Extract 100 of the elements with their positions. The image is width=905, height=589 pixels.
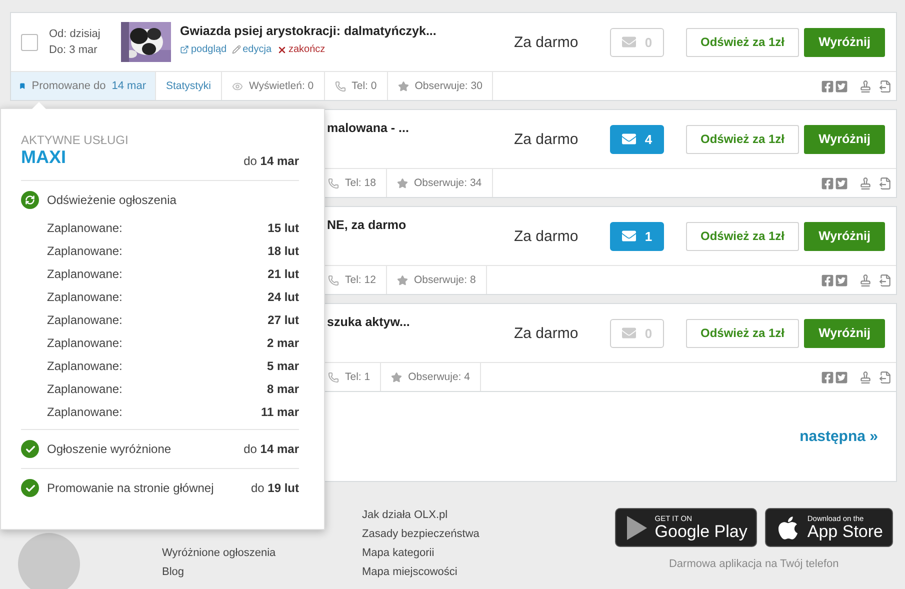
stamp-icon[interactable] (859, 80, 872, 92)
schedule-label: Zaplanowane: (47, 267, 122, 281)
edit-link[interactable]: edycja (232, 44, 272, 55)
date-from: Od: dzisiaj (49, 28, 102, 40)
stat-text: Tel: 18 (345, 177, 376, 189)
schedule-date: 18 lut (268, 244, 299, 258)
footer-link[interactable]: Wyróżnione ogłoszenia (162, 546, 362, 560)
stat-text: Obserwuje: 34 (414, 177, 482, 189)
listing-title[interactable]: Gwiazda psiej arystokracji: dalmatyńczyk... (180, 24, 514, 38)
schedule-label: Zaplanowane: (47, 382, 122, 396)
preview-link[interactable]: podgląd (180, 44, 227, 55)
facebook-icon[interactable] (821, 176, 834, 190)
twitter-icon[interactable] (835, 370, 848, 384)
footer-link[interactable]: Mapa kategorii (362, 546, 562, 560)
stamp-icon[interactable] (859, 176, 872, 190)
package-name: MAXI (21, 147, 67, 168)
bookmark-icon (19, 80, 26, 92)
envelope-icon (622, 132, 636, 146)
listing-title[interactable]: NE, za darmo (327, 218, 514, 232)
schedule-label: Zaplanowane: (47, 221, 122, 235)
stat-text: Tel: 12 (345, 274, 376, 286)
highlight-button[interactable]: Wyróżnij (804, 222, 885, 250)
facebook-icon[interactable] (821, 370, 834, 384)
logo-icon (18, 533, 80, 589)
app-caption: Darmowa aplikacja na Twój telefon (668, 558, 839, 570)
highlight-button[interactable]: Wyróżnij (804, 124, 885, 154)
package-until: do 14 mar (244, 154, 299, 168)
schedule-date: 24 lut (268, 290, 299, 304)
pencil-icon (232, 45, 241, 54)
schedule-date: 21 lut (268, 267, 299, 281)
phone-icon (328, 178, 339, 188)
footer-link[interactable]: Jak działa OLX.pl (362, 508, 562, 522)
file-export-icon[interactable] (879, 370, 892, 384)
eye-icon (232, 80, 243, 92)
phone-icon (328, 274, 339, 286)
footer-link[interactable]: Zasady bezpieczeństwa (362, 527, 562, 541)
refresh-button[interactable]: Odśwież za 1zł (686, 318, 799, 348)
footer-link[interactable]: Blog (162, 565, 362, 579)
schedule-label: Zaplanowane: (47, 290, 122, 304)
schedule-date: 27 lut (268, 313, 299, 327)
schedule-label: Zaplanowane: (47, 405, 122, 419)
schedule-date: 11 mar (260, 405, 299, 419)
star-icon (391, 372, 402, 382)
price: Za darmo (514, 130, 580, 148)
star-icon (396, 274, 408, 286)
messages-button[interactable]: 1 (610, 222, 664, 250)
listing-title[interactable]: malowana - ... (327, 121, 514, 135)
schedule-date: 2 mar (266, 336, 299, 350)
facebook-icon[interactable] (821, 80, 834, 92)
stat-text: Tel: 0 (352, 80, 377, 92)
play-icon (624, 514, 649, 540)
star-icon (398, 80, 409, 92)
schedule-date: 5 mar (266, 359, 299, 373)
price: Za darmo (514, 324, 580, 342)
next-page-link[interactable]: następna » (800, 428, 878, 445)
service-label: Promowanie na stronie głównej (47, 481, 215, 495)
refresh-button[interactable]: Odśwież za 1zł (686, 124, 799, 154)
star-icon (396, 178, 408, 188)
schedule-label: Zaplanowane: (47, 244, 122, 258)
facebook-icon[interactable] (821, 274, 834, 286)
envelope-icon (622, 229, 636, 243)
stat-text: Tel: 1 (345, 371, 370, 383)
file-export-icon[interactable] (879, 274, 892, 286)
service-label: Odświeżenie ogłoszenia (47, 193, 178, 207)
refresh-icon (21, 191, 39, 209)
service-until: do 14 mar (244, 442, 299, 456)
phone-icon (334, 80, 346, 92)
file-export-icon[interactable] (879, 176, 892, 190)
stamp-icon[interactable] (859, 274, 872, 286)
stat-text: Obserwuje: 4 (408, 371, 470, 383)
end-link[interactable]: zakończ (276, 44, 326, 55)
promoted-date-link[interactable]: 14 mar (112, 80, 146, 92)
twitter-icon[interactable] (835, 176, 848, 190)
footer-link[interactable]: Mapa miejscowości (362, 565, 562, 579)
popover-heading: AKTYWNE USŁUGI (21, 133, 128, 147)
price: Za darmo (514, 34, 580, 50)
date-to: Do: 3 mar (49, 44, 98, 56)
twitter-icon[interactable] (835, 274, 848, 286)
schedule-date: 8 mar (266, 382, 299, 396)
file-export-icon[interactable] (879, 80, 892, 92)
twitter-icon[interactable] (835, 80, 848, 92)
refresh-button[interactable]: Odśwież za 1zł (686, 222, 799, 250)
stat-text: Wyświetleń: 0 (248, 80, 314, 92)
stat-text: Obserwuje: 30 (414, 80, 482, 92)
check-icon (21, 440, 39, 458)
promoted-tab[interactable]: Promowane do 14 mar (11, 72, 156, 100)
refresh-button[interactable]: Odśwież za 1zł (686, 28, 799, 56)
messages-button[interactable]: 4 (610, 124, 664, 154)
highlight-button[interactable]: Wyróżnij (804, 318, 885, 348)
stat-text: Obserwuje: 8 (414, 274, 476, 286)
close-icon (276, 44, 286, 54)
checkbox[interactable] (21, 34, 38, 50)
statistics-link[interactable]: Statystyki (166, 80, 211, 92)
stamp-icon[interactable] (859, 370, 872, 384)
promoted-label: Promowane do (32, 80, 106, 92)
envelope-icon (622, 326, 636, 340)
envelope-icon (622, 35, 636, 49)
listing-title[interactable]: szuka aktyw... (327, 315, 514, 329)
highlight-button[interactable]: Wyróżnij (804, 28, 885, 56)
schedule-date: 15 lut (268, 221, 299, 235)
